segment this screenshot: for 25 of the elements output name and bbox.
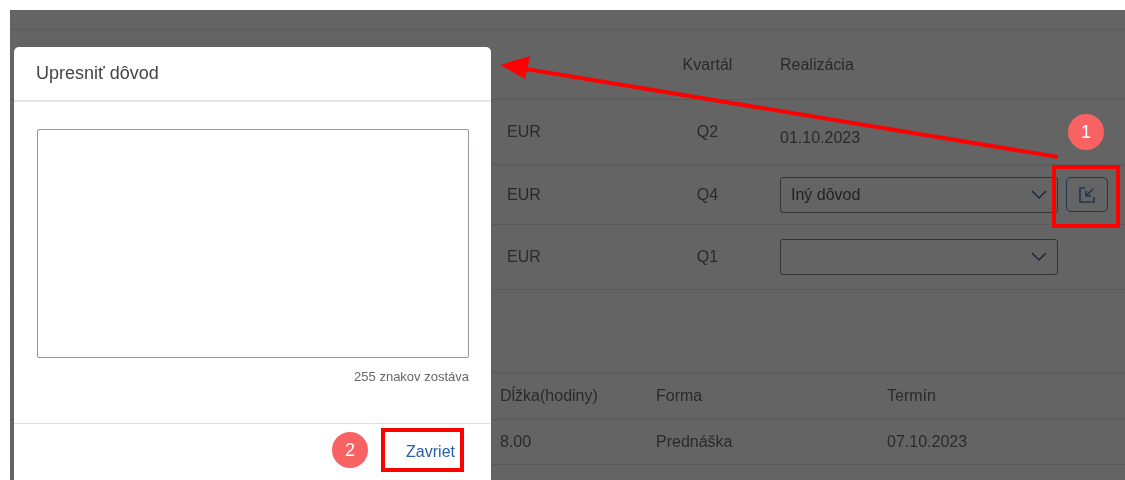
- table-cell-text: EUR: [506, 122, 542, 142]
- table-cell-text: 8.00: [499, 432, 533, 452]
- table-cell-text: EUR: [506, 247, 542, 267]
- dropdown-field[interactable]: [780, 239, 1058, 275]
- dialog-title: Upresniť dôvod: [36, 62, 159, 85]
- column-header: Dĺžka(hodiny): [499, 385, 599, 406]
- box-arrow-icon: [1077, 184, 1097, 205]
- column-header: Forma: [655, 386, 704, 406]
- table-cell-text: Prednáška: [655, 432, 734, 452]
- chevron-down-icon: [1031, 189, 1047, 200]
- table-cell-text: Q1: [696, 247, 719, 267]
- reason-button[interactable]: [1066, 177, 1108, 212]
- table-cell-text: Q2: [696, 122, 719, 142]
- column-header: Realizácia: [779, 54, 855, 75]
- reason-input-field[interactable]: [37, 129, 469, 358]
- column-header: Kvartál: [682, 54, 733, 75]
- column-header: Termín: [886, 386, 937, 406]
- chevron-down-icon: [1031, 252, 1047, 262]
- character-counter: 255 znakov zostáva: [354, 368, 469, 386]
- table-cell-text: EUR: [506, 184, 542, 205]
- close-button[interactable]: Zavriet: [406, 440, 455, 464]
- table-cell-text: Q4: [696, 184, 719, 205]
- highlight-frame: [1052, 165, 1120, 228]
- table-cell-text: 07.10.2023: [886, 432, 969, 452]
- date-text: 01.10.2023: [780, 128, 861, 148]
